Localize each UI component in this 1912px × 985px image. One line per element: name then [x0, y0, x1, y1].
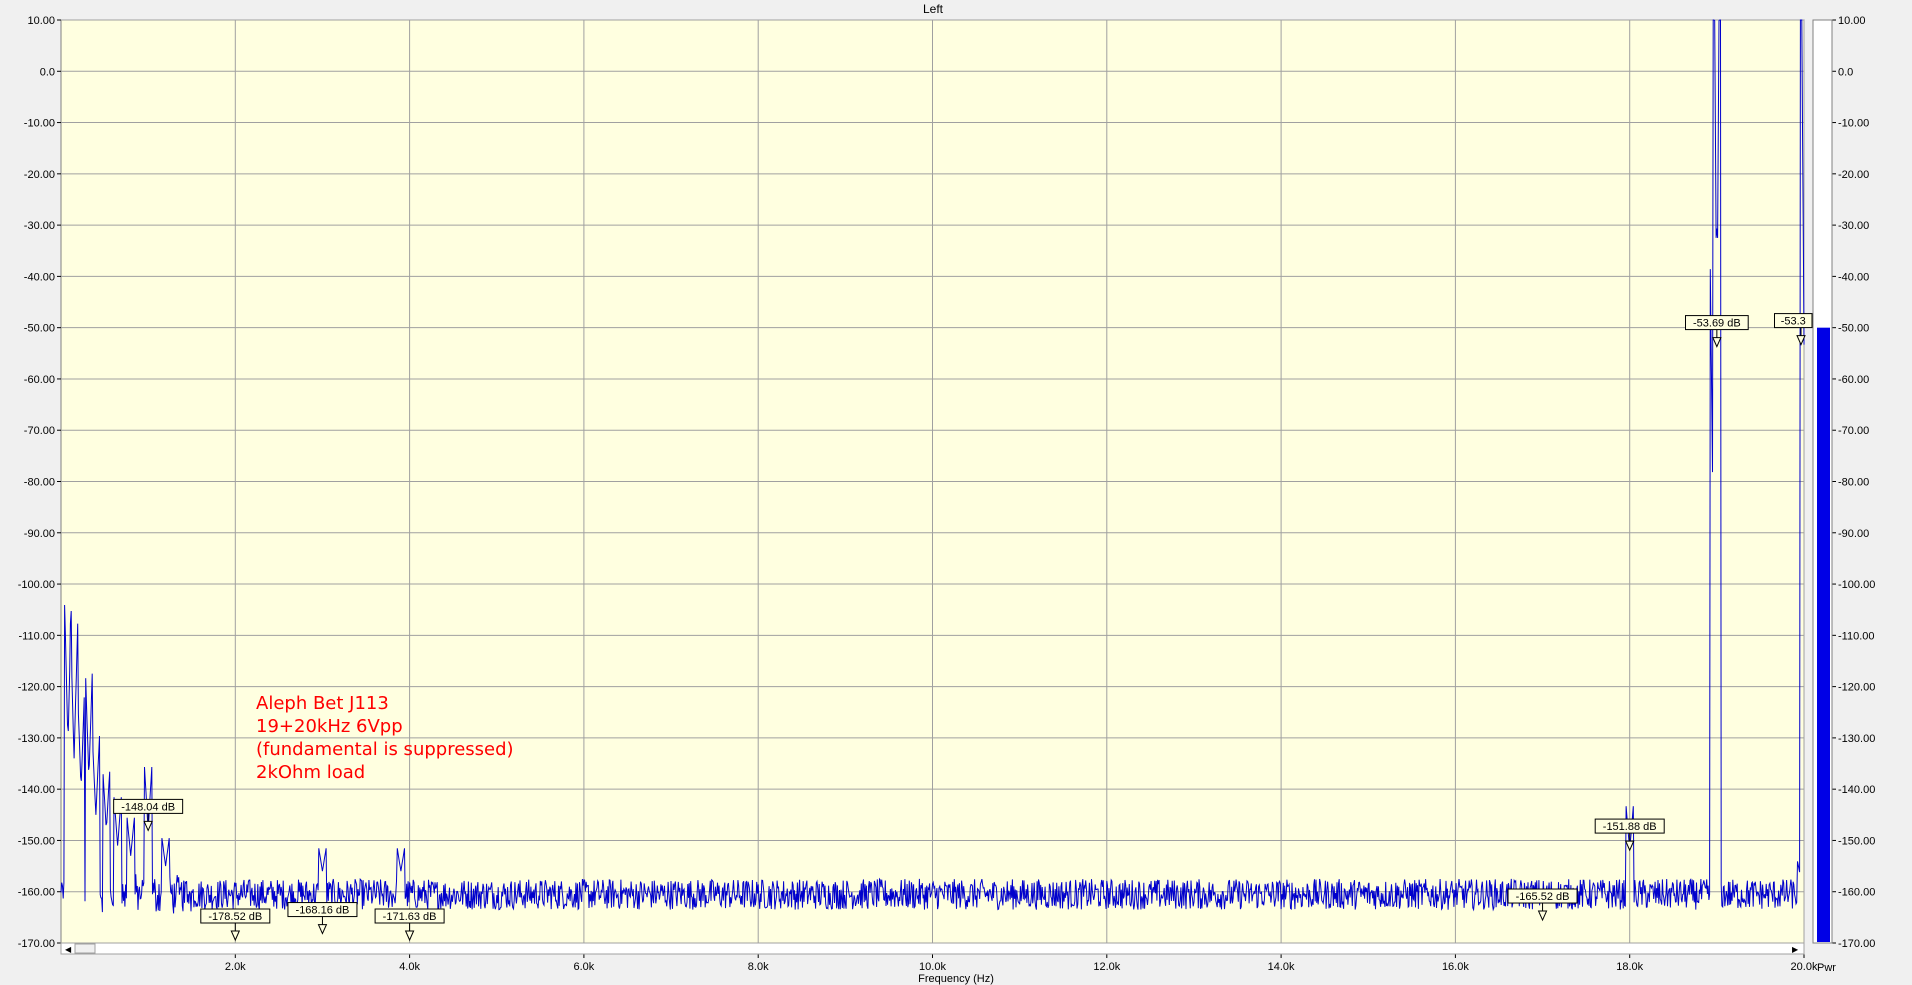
annotation-line-3: (fundamental is suppressed): [256, 739, 514, 760]
y-tick-label: -20.00: [24, 169, 55, 181]
y-tick-label: -140.00: [18, 784, 55, 796]
meter-tick-label: -60.00: [1838, 374, 1869, 386]
spectrum-chart: Left 10.00 0.0 -10.00 -20.00 -30.00 -40.00 -50…: [0, 0, 1912, 985]
marker-label: -165.52 dB: [1516, 891, 1570, 903]
x-tick-label: 18.0k: [1616, 961, 1643, 973]
horizontal-scrollbar[interactable]: ◀ ▶: [60, 942, 1805, 955]
meter-tick-label: -90.00: [1838, 528, 1869, 540]
y-tick-label: -30.00: [24, 220, 55, 232]
y-tick-label: -150.00: [18, 835, 55, 847]
marker-label: -171.63 dB: [383, 911, 437, 923]
x-tick-label: 20.0k: [1791, 961, 1818, 973]
meter-tick-label: -20.00: [1838, 169, 1869, 181]
marker-label: -178.52 dB: [208, 911, 262, 923]
marker-label: -53.69 dB: [1693, 318, 1741, 330]
meter-tick-label: -30.00: [1838, 220, 1869, 232]
y-tick-label: -110.00: [19, 630, 56, 642]
scrollbar-track[interactable]: [60, 942, 1805, 955]
meter-tick-label: -140.00: [1838, 784, 1875, 796]
x-tick-label: 6.0k: [574, 961, 595, 973]
meter-tick-label: 0.0: [1838, 66, 1853, 78]
x-tick-label: 2.0k: [225, 961, 246, 973]
meter-tick-label: -100.00: [1838, 579, 1875, 591]
y-tick-label: -170.00: [18, 938, 55, 950]
y-tick-label: -120.00: [18, 682, 55, 694]
x-axis-label: Frequency (Hz): [918, 973, 994, 985]
y-tick-label: -90.00: [24, 528, 55, 540]
y-tick-label: 0.0: [40, 66, 55, 78]
x-tick-label: 12.0k: [1093, 961, 1120, 973]
y-tick-label: -160.00: [18, 887, 55, 899]
meter-label: Pwr: [1817, 962, 1836, 974]
x-tick-label: 16.0k: [1442, 961, 1469, 973]
meter-fill: [1817, 327, 1830, 943]
marker-label: -53.3: [1781, 316, 1806, 328]
scroll-left-arrow-icon[interactable]: ◀: [65, 945, 72, 954]
x-tick-label: 8.0k: [748, 961, 769, 973]
meter-tick-label: -40.00: [1838, 271, 1869, 283]
meter-tick-label: -150.00: [1838, 835, 1875, 847]
marker-label: -148.04 dB: [121, 801, 175, 813]
scroll-right-arrow-icon[interactable]: ▶: [1792, 945, 1799, 954]
annotation-line-2: 19+20kHz 6Vpp: [256, 716, 403, 737]
marker-label: -151.88 dB: [1603, 821, 1657, 833]
chart-title: Left: [923, 2, 944, 16]
y-tick-label: -40.00: [24, 271, 55, 283]
y-tick-label: -70.00: [24, 425, 55, 437]
meter-tick-label: -10.00: [1838, 118, 1869, 130]
meter-tick-label: -170.00: [1838, 938, 1875, 950]
meter-tick-label: -80.00: [1838, 477, 1869, 489]
meter-tick-label: 10.00: [1838, 15, 1866, 27]
x-tick-label: 14.0k: [1268, 961, 1295, 973]
y-tick-label: 10.00: [27, 15, 55, 27]
meter-tick-label: -120.00: [1838, 682, 1875, 694]
y-tick-label: -80.00: [24, 477, 55, 489]
y-tick-label: -100.00: [18, 579, 55, 591]
y-tick-label: -10.00: [24, 118, 55, 130]
annotation-line-1: Aleph Bet J113: [256, 693, 389, 714]
meter-tick-label: -50.00: [1838, 323, 1869, 335]
x-tick-label: 4.0k: [399, 961, 420, 973]
y-tick-label: -130.00: [18, 733, 55, 745]
annotation-line-4: 2kOhm load: [256, 762, 365, 783]
meter-tick-label: -70.00: [1838, 425, 1869, 437]
meter-tick-label: -160.00: [1838, 887, 1875, 899]
y-tick-label: -50.00: [24, 323, 55, 335]
meter-tick-label: -110.00: [1838, 630, 1875, 642]
scrollbar-thumb[interactable]: [74, 943, 96, 954]
marker-label: -168.16 dB: [296, 905, 350, 917]
meter-tick-label: -130.00: [1838, 733, 1875, 745]
x-tick-label: 10.0k: [919, 961, 946, 973]
y-tick-label: -60.00: [24, 374, 55, 386]
